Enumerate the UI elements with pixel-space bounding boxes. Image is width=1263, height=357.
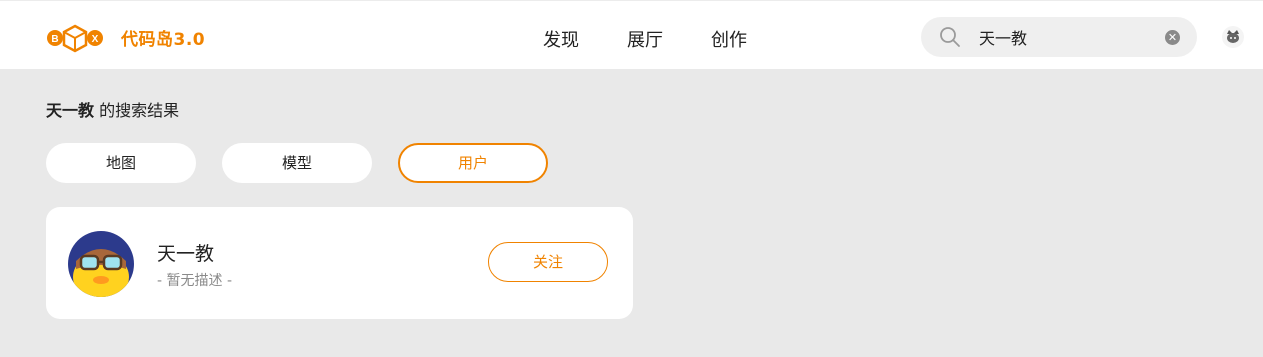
tab-models[interactable]: 模型 xyxy=(222,143,372,183)
search-keyword: 天一教 xyxy=(46,101,95,120)
page: B X 代码岛3.0 发现 展厅 创作 ✕ xyxy=(0,0,1263,357)
search-icon[interactable] xyxy=(939,26,961,48)
nav-item-gallery[interactable]: 展厅 xyxy=(627,26,663,52)
follow-button[interactable]: 关注 xyxy=(488,242,608,282)
duck-avatar-icon[interactable] xyxy=(68,231,134,297)
user-name[interactable]: 天一教 xyxy=(157,239,214,266)
nav-item-create[interactable]: 创作 xyxy=(711,26,747,52)
search-result-heading: 天一教 的搜索结果 xyxy=(46,97,179,121)
tab-maps[interactable]: 地图 xyxy=(46,143,196,183)
search-box: ✕ xyxy=(921,17,1197,57)
tab-users[interactable]: 用户 xyxy=(398,143,548,183)
clear-icon[interactable]: ✕ xyxy=(1165,30,1180,45)
top-header: B X 代码岛3.0 发现 展厅 创作 ✕ xyxy=(0,0,1263,69)
user-description: - 暂无描述 - xyxy=(157,273,233,289)
user-avatar-icon[interactable] xyxy=(1222,26,1244,48)
nav-item-discover[interactable]: 发现 xyxy=(543,26,579,52)
search-input[interactable] xyxy=(979,27,1149,46)
search-result-suffix: 的搜索结果 xyxy=(94,101,180,120)
user-result-card[interactable]: 天一教 - 暂无描述 - 关注 xyxy=(46,207,633,319)
